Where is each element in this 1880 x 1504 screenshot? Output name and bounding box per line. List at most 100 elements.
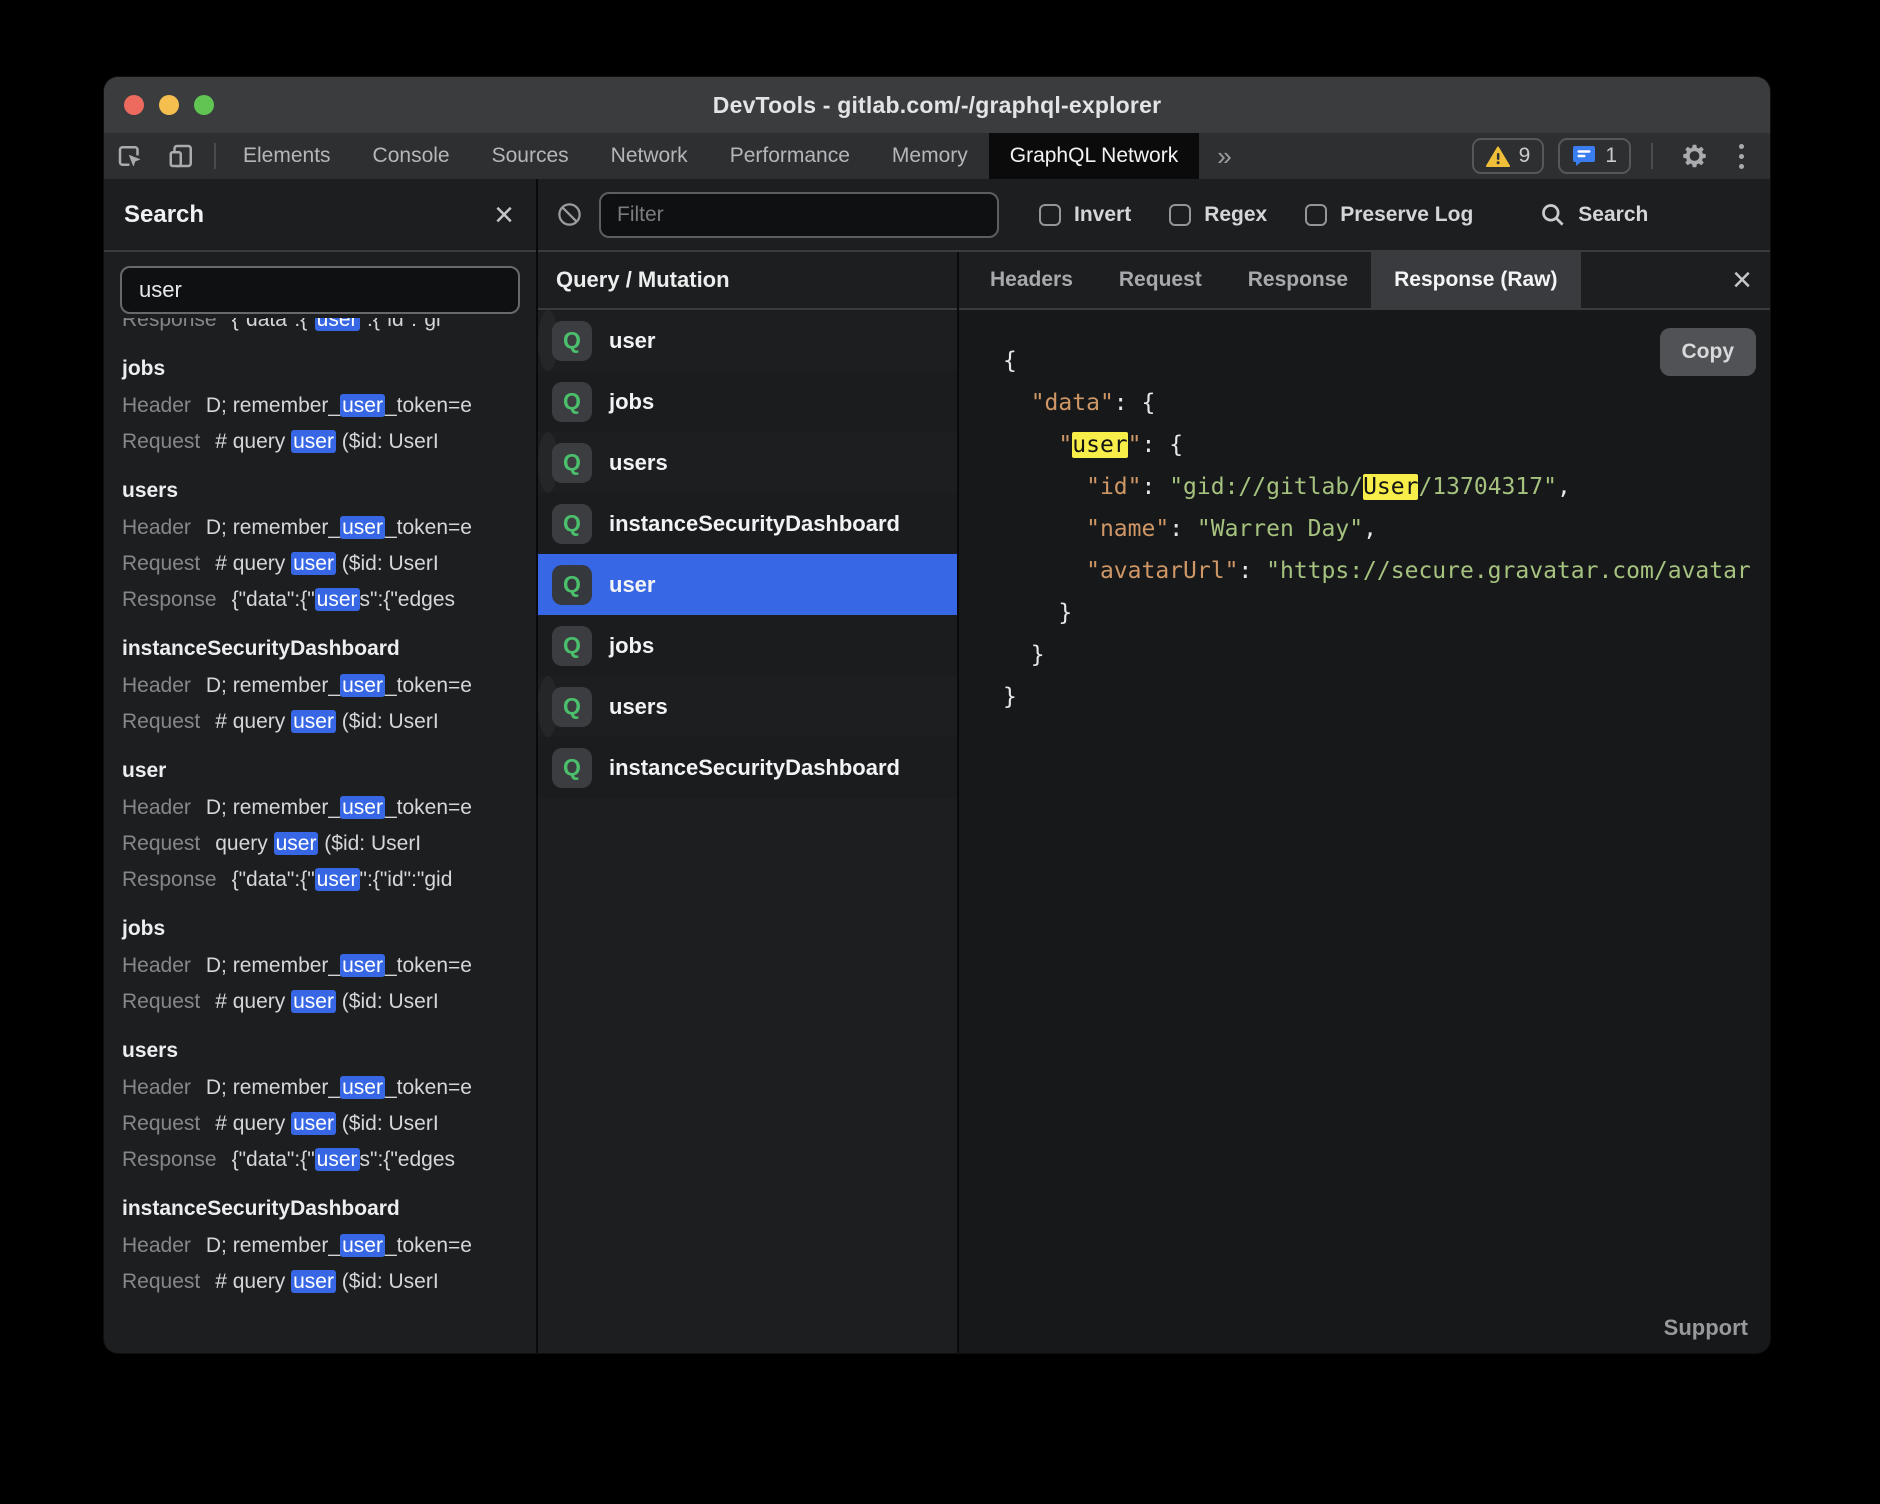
response-tab-response-raw[interactable]: Response (Raw)	[1371, 252, 1580, 308]
result-line-value: {"data":{"users":{"edges	[232, 1148, 455, 1171]
message-icon	[1572, 145, 1596, 167]
query-list-item-instancesecuritydashboard[interactable]: QinstanceSecurityDashboard	[538, 493, 957, 554]
search-match-highlight: user	[291, 1270, 336, 1293]
device-toolbar-icon[interactable]	[156, 133, 208, 179]
maximize-window-button[interactable]	[194, 95, 214, 115]
json-line: "data": {	[1003, 382, 1770, 424]
search-result-entry[interactable]: instanceSecurityDashboardHeaderD; rememb…	[122, 1190, 536, 1300]
inspect-element-icon[interactable]	[104, 133, 156, 179]
close-search-panel-icon[interactable]: ×	[494, 198, 514, 232]
warnings-badge[interactable]: 9	[1472, 138, 1545, 174]
search-result-line[interactable]: Response {"data":{"users":{"edges	[122, 1142, 536, 1178]
search-result-line[interactable]: Response{"data":{"user":{"id":"gid	[122, 862, 536, 898]
json-line: }	[1003, 634, 1770, 676]
search-result-line[interactable]: Request# query user ($id: UserI	[122, 424, 536, 460]
checkbox-invert[interactable]: Invert	[1039, 203, 1131, 227]
search-icon	[1539, 201, 1566, 228]
search-result-line[interactable]: Response{"data":{"users":{"edges	[122, 582, 536, 618]
result-line-label: Header	[122, 674, 191, 697]
tab-memory[interactable]: Memory	[871, 133, 989, 179]
search-result-line[interactable]: HeaderD; remember_user_token=e	[122, 510, 536, 546]
checkbox-preserve-log[interactable]: Preserve Log	[1305, 203, 1473, 227]
result-line-label: Header	[122, 394, 191, 417]
search-result-line[interactable]: Request# query user ($id: UserI	[122, 1264, 536, 1300]
kebab-menu-icon[interactable]	[1729, 144, 1754, 169]
search-panel-header: Search ×	[104, 179, 536, 252]
search-result-line[interactable]: Requestquery user ($id: UserI	[122, 826, 536, 862]
search-result-line[interactable]: Response{"data":{"user":{"id":"gi	[122, 318, 536, 338]
search-result-line[interactable]: Request# query user ($id: UserI	[122, 1106, 536, 1142]
filter-toolbar: Invert Regex Preserve Log Search	[538, 179, 1770, 252]
tab-sources[interactable]: Sources	[471, 133, 590, 179]
search-result-line[interactable]: HeaderD; remember_user_token=e	[122, 1070, 536, 1106]
support-link[interactable]: Support	[1664, 1315, 1748, 1341]
result-line-value: D; remember_user_token=e	[206, 954, 472, 977]
tab-performance[interactable]: Performance	[709, 133, 871, 179]
checkbox-regex[interactable]: Regex	[1169, 203, 1267, 227]
search-result-line[interactable]: Header D; remember_user_token=e	[122, 948, 536, 984]
search-match-highlight: user	[340, 796, 385, 819]
search-match-highlight: user	[315, 588, 360, 611]
result-line-label: Request	[122, 1270, 200, 1293]
search-result-entry[interactable]: usersHeaderD; remember_user_token=eReque…	[122, 1032, 536, 1178]
more-tabs-icon[interactable]: »	[1199, 133, 1249, 179]
checkbox-box-regex[interactable]	[1169, 204, 1191, 226]
tab-network[interactable]: Network	[590, 133, 709, 179]
response-tab-request[interactable]: Request	[1096, 252, 1225, 308]
search-match-highlight: user	[340, 1234, 385, 1257]
search-result-line[interactable]: HeaderD; remember_user_token=e	[122, 668, 536, 704]
clear-network-log-icon[interactable]	[556, 201, 583, 228]
toolbar-divider	[214, 143, 216, 169]
tab-graphql-network[interactable]: GraphQL Network	[989, 133, 1199, 179]
query-list-item-users[interactable]: Qusers	[538, 676, 558, 737]
search-result-line[interactable]: Request# query user ($id: UserI	[122, 984, 536, 1020]
query-item-label: user	[609, 572, 655, 598]
response-panel: HeadersRequestResponseResponse (Raw) × Co…	[959, 252, 1770, 1353]
result-line-label: Header	[122, 516, 191, 539]
result-line-label: Header	[122, 954, 191, 977]
search-result-line[interactable]: HeaderD; remember_user_token=e	[122, 790, 536, 826]
query-list-item-jobs[interactable]: Qjobs	[538, 371, 957, 432]
result-operation-name: users	[122, 472, 536, 510]
query-list-item-instancesecuritydashboard[interactable]: QinstanceSecurityDashboard	[538, 737, 957, 798]
settings-gear-icon[interactable]	[1673, 141, 1715, 171]
search-result-entry[interactable]: instanceSecurityDashboardHeaderD; rememb…	[122, 630, 536, 740]
response-tab-response[interactable]: Response	[1225, 252, 1371, 308]
search-result-line[interactable]: Request# query user ($id: UserI	[122, 704, 536, 740]
query-list-item-users[interactable]: Qusers	[538, 432, 558, 493]
search-result-line[interactable]: Request# query user ($id: UserI	[122, 546, 536, 582]
search-result-entry[interactable]: usersHeaderD; remember_user_token=eReque…	[122, 472, 536, 618]
response-tab-headers[interactable]: Headers	[967, 252, 1096, 308]
json-line: }	[1003, 676, 1770, 718]
search-result-line[interactable]: HeaderD; remember_user_token=e	[122, 1228, 536, 1264]
checkbox-box-preserve-log[interactable]	[1305, 204, 1327, 226]
network-search-button[interactable]: Search	[1539, 201, 1648, 228]
tab-console[interactable]: Console	[352, 133, 471, 179]
search-input[interactable]	[120, 266, 520, 314]
json-line: "name": "Warren Day",	[1003, 508, 1770, 550]
search-result-entry[interactable]: userHeaderD; remember_user_token=eReques…	[122, 752, 536, 898]
copy-button[interactable]: Copy	[1660, 328, 1757, 376]
query-list-item-jobs[interactable]: Qjobs	[538, 615, 957, 676]
close-response-panel-icon[interactable]: ×	[1732, 263, 1752, 297]
result-line-label: Response	[122, 1148, 217, 1171]
issues-badge[interactable]: 1	[1558, 138, 1631, 174]
query-list-item-user[interactable]: Quser	[538, 310, 558, 371]
search-result-entry[interactable]: jobsHeaderD; remember_user_token=eReques…	[122, 350, 536, 460]
search-result-line[interactable]: HeaderD; remember_user_token=e	[122, 388, 536, 424]
search-result-entry[interactable]: jobsHeaderD; remember_user_token=eReques…	[122, 910, 536, 1020]
json-line: "user": {	[1003, 424, 1770, 466]
filter-input[interactable]	[599, 192, 999, 238]
response-raw-view: Copy { "data": { "user": { "id": "gid://…	[959, 310, 1770, 1353]
result-operation-name: users	[122, 1032, 536, 1070]
query-type-badge: Q	[552, 565, 592, 605]
query-list-item-user[interactable]: Quser	[538, 554, 957, 615]
toolbar-divider	[1651, 143, 1653, 169]
search-match-highlight: user	[315, 1148, 360, 1171]
tab-elements[interactable]: Elements	[222, 133, 352, 179]
result-line-value: # query user ($id: UserI	[215, 710, 438, 733]
close-window-button[interactable]	[124, 95, 144, 115]
checkbox-box-invert[interactable]	[1039, 204, 1061, 226]
minimize-window-button[interactable]	[159, 95, 179, 115]
result-line-value: # query user ($id: UserI	[215, 430, 438, 453]
